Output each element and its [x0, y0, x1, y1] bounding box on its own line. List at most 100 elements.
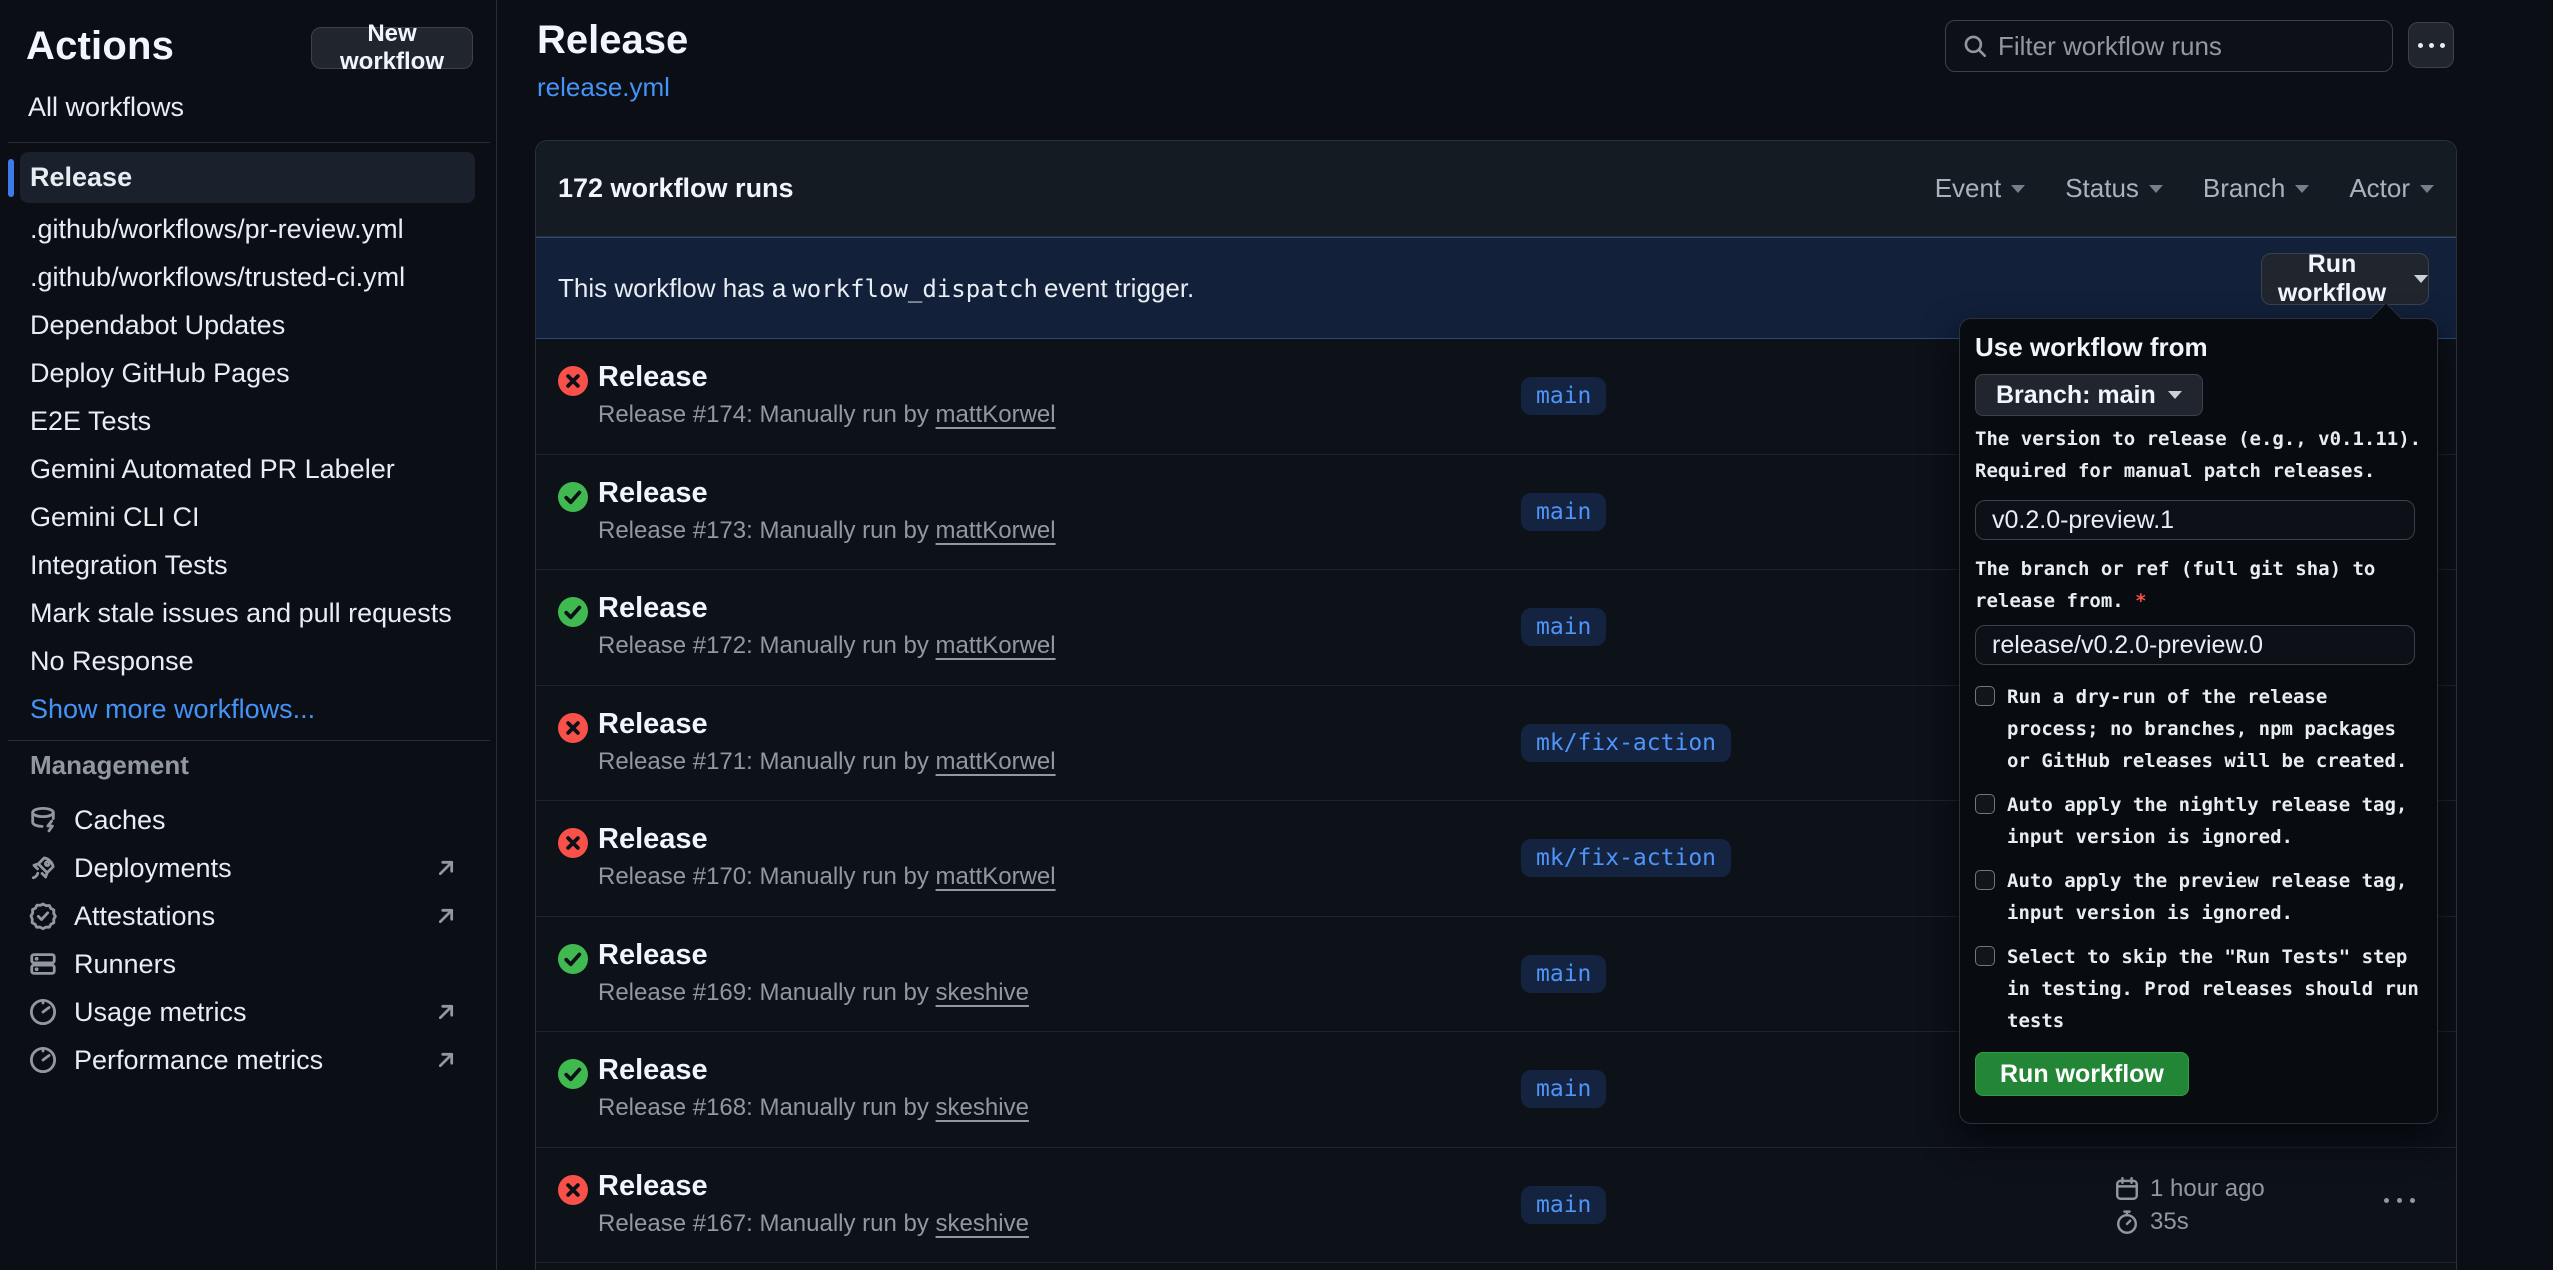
run-time: 1 hour ago	[2114, 1173, 2265, 1206]
branch-chip[interactable]: mk/fix-action	[1521, 724, 1731, 762]
sidebar-workflow-item[interactable]: E2E Tests	[0, 397, 497, 445]
run-workflow-dropdown-button[interactable]: Run workflow	[2261, 253, 2429, 305]
run-description: Release #169: Manually run by skeshive	[598, 979, 1029, 1007]
actor-link[interactable]: mattKorwel	[936, 748, 1056, 775]
branch-chip[interactable]: mk/fix-action	[1521, 839, 1731, 877]
run-description: Release #172: Manually run by mattKorwel	[598, 632, 1056, 660]
filter-dropdown[interactable]: Status	[2065, 173, 2163, 204]
management-title: Management	[30, 750, 189, 781]
sidebar-item-usage-metrics[interactable]: Usage metrics	[0, 988, 497, 1036]
chevron-down-icon	[2011, 185, 2025, 193]
workflow-options-kebab-button[interactable]	[2408, 22, 2454, 68]
workflow-file-link[interactable]: release.yml	[537, 72, 670, 103]
branch-chip[interactable]: main	[1521, 377, 1606, 415]
run-title-link[interactable]: Release	[598, 361, 708, 394]
run-meta: 1 hour ago 35s	[2114, 1173, 2265, 1239]
sidebar-item-label: Attestations	[74, 901, 215, 932]
checkbox[interactable]	[1975, 946, 1995, 966]
branch-chip[interactable]: main	[1521, 608, 1606, 646]
run-title-link[interactable]: Release	[598, 592, 708, 625]
workflow-list: Release .github/workflows/pr-review.yml …	[0, 150, 497, 733]
branch-chip[interactable]: main	[1521, 1186, 1606, 1224]
sidebar-item-caches[interactable]: Caches	[0, 796, 497, 844]
actor-link[interactable]: skeshive	[936, 1210, 1029, 1237]
sidebar-workflow-label: No Response	[30, 646, 194, 677]
actor-link[interactable]: mattKorwel	[936, 632, 1056, 659]
sidebar-item-attestations[interactable]: Attestations	[0, 892, 497, 940]
sidebar-item-runners[interactable]: Runners	[0, 940, 497, 988]
run-status-icon	[558, 828, 588, 858]
sidebar-workflow-item[interactable]: Release	[0, 150, 497, 205]
sidebar-workflow-label: Gemini CLI CI	[30, 502, 200, 533]
sidebar-workflow-item[interactable]: Gemini Automated PR Labeler	[0, 445, 497, 493]
sidebar-workflow-label: Gemini Automated PR Labeler	[30, 454, 395, 485]
run-title-link[interactable]: Release	[598, 1170, 708, 1203]
sidebar-workflow-item[interactable]: Mark stale issues and pull requests	[0, 589, 497, 637]
search-icon	[1962, 33, 1988, 59]
checkbox[interactable]	[1975, 870, 1995, 890]
sidebar-workflow-item[interactable]: .github/workflows/pr-review.yml	[0, 205, 497, 253]
sidebar-item-label: Performance metrics	[74, 1045, 323, 1076]
filter-dropdown[interactable]: Actor	[2349, 173, 2434, 204]
sidebar-item-deployments[interactable]: Deployments	[0, 844, 497, 892]
branch-chip[interactable]: main	[1521, 493, 1606, 531]
branch-chip[interactable]: main	[1521, 955, 1606, 993]
panel-checkbox-row[interactable]: Select to skip the "Run Tests" step in t…	[1975, 941, 2427, 1037]
sidebar-workflow-item[interactable]: Dependabot Updates	[0, 301, 497, 349]
calendar-icon	[2114, 1176, 2140, 1202]
filter-dropdown[interactable]: Branch	[2203, 173, 2309, 204]
actor-link[interactable]: mattKorwel	[936, 863, 1056, 890]
sidebar-workflow-item[interactable]: Deploy GitHub Pages	[0, 349, 497, 397]
actor-link[interactable]: skeshive	[936, 1094, 1029, 1121]
sidebar-workflow-item[interactable]: .github/workflows/trusted-ci.yml	[0, 253, 497, 301]
filter-dropdown[interactable]: Event	[1935, 173, 2026, 204]
panel-checkbox-row[interactable]: Run a dry-run of the release process; no…	[1975, 681, 2427, 777]
run-workflow-panel: Use workflow from Branch: main The versi…	[1959, 318, 2438, 1124]
sidebar-workflow-label: Show more workflows...	[30, 694, 315, 725]
panel-checkbox-row[interactable]: Auto apply the nightly release tag, inpu…	[1975, 789, 2427, 853]
stopwatch-icon	[2114, 1209, 2140, 1235]
rocket-icon	[28, 852, 60, 884]
version-input[interactable]	[1975, 500, 2415, 540]
run-duration: 35s	[2114, 1206, 2265, 1239]
search-input[interactable]	[1998, 31, 2348, 62]
run-title-link[interactable]: Release	[598, 939, 708, 972]
sidebar-workflow-item[interactable]: Gemini CLI CI	[0, 493, 497, 541]
run-title-link[interactable]: Release	[598, 477, 708, 510]
run-title-link[interactable]: Release	[598, 708, 708, 741]
sidebar-divider	[8, 740, 490, 741]
sidebar-item-performance-metrics[interactable]: Performance metrics	[0, 1036, 497, 1084]
run-status-icon	[558, 366, 588, 396]
sidebar-workflow-item[interactable]: No Response	[0, 637, 497, 685]
run-status-icon	[558, 1175, 588, 1205]
sidebar-workflow-label: Mark stale issues and pull requests	[30, 598, 452, 629]
actor-link[interactable]: mattKorwel	[936, 517, 1056, 544]
sidebar-workflow-label: Integration Tests	[30, 550, 228, 581]
run-options-kebab-button[interactable]	[2384, 1198, 2415, 1203]
run-workflow-submit-button[interactable]: Run workflow	[1975, 1052, 2189, 1096]
sidebar-workflow-label: Release	[30, 162, 132, 193]
run-title-link[interactable]: Release	[598, 823, 708, 856]
run-description: Release #173: Manually run by mattKorwel	[598, 517, 1056, 545]
sidebar-item-label: Runners	[74, 949, 176, 980]
checkbox-label: Auto apply the preview release tag, inpu…	[2007, 865, 2425, 929]
workflow-run-row[interactable]: Release Release #167: Manually run by sk…	[536, 1148, 2456, 1264]
sidebar-item-label: Deployments	[74, 853, 232, 884]
sidebar-workflow-item[interactable]: Integration Tests	[0, 541, 497, 589]
chevron-down-icon	[2295, 185, 2309, 193]
filter-workflow-runs-search[interactable]	[1945, 20, 2393, 72]
run-title-link[interactable]: Release	[598, 1054, 708, 1087]
all-workflows-link[interactable]: All workflows	[28, 92, 184, 123]
panel-checkbox-row[interactable]: Auto apply the preview release tag, inpu…	[1975, 865, 2427, 929]
new-workflow-button[interactable]: New workflow	[311, 27, 473, 69]
branch-chip[interactable]: main	[1521, 1070, 1606, 1108]
sidebar-workflow-item[interactable]: Show more workflows...	[0, 685, 497, 733]
branch-selector-button[interactable]: Branch: main	[1975, 374, 2203, 416]
checkbox[interactable]	[1975, 686, 1995, 706]
actor-link[interactable]: mattKorwel	[936, 401, 1056, 428]
checkbox[interactable]	[1975, 794, 1995, 814]
actor-link[interactable]: skeshive	[936, 979, 1029, 1006]
chevron-down-icon	[2149, 185, 2163, 193]
sidebar-title: Actions	[26, 24, 174, 69]
ref-input[interactable]	[1975, 625, 2415, 665]
